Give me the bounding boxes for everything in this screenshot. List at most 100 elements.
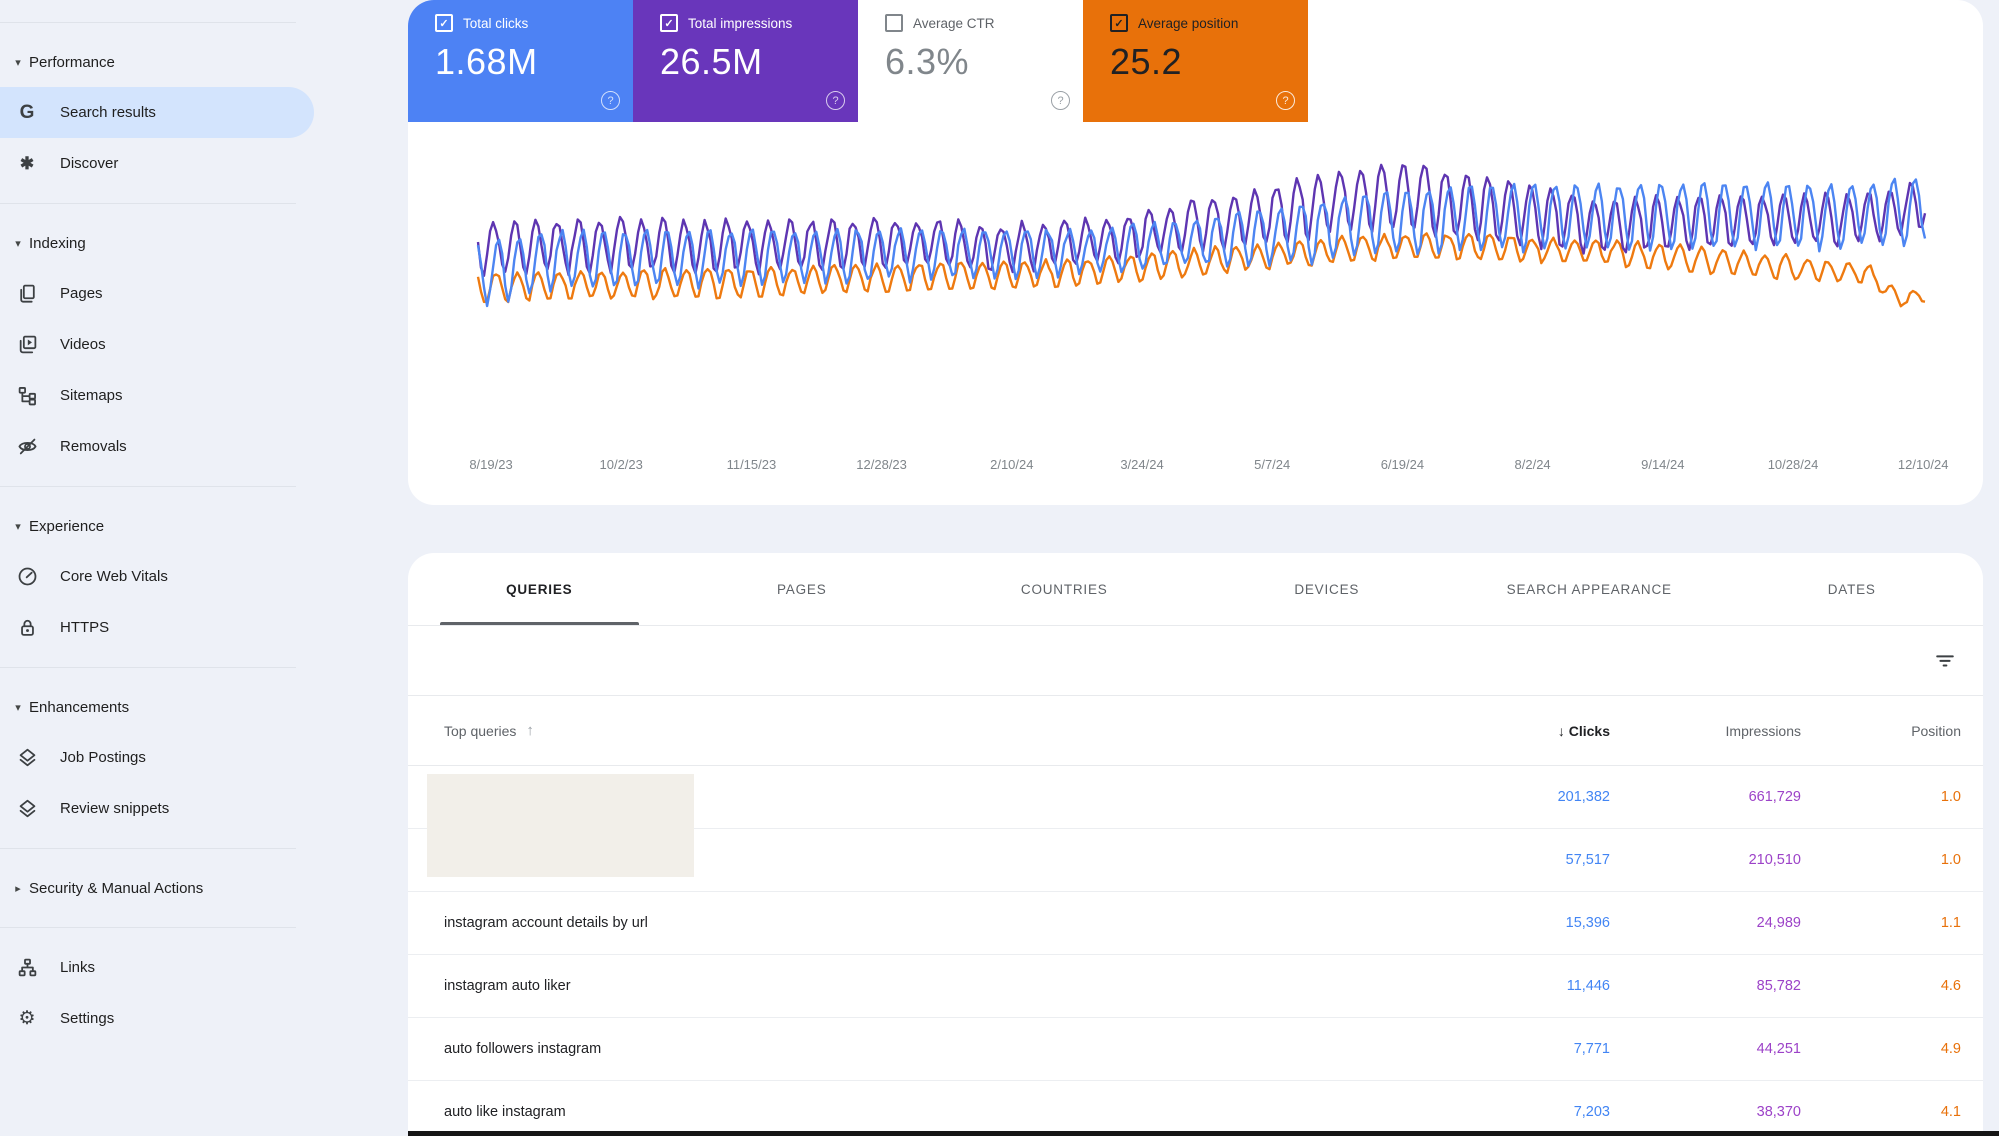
sidebar-section-label: Experience	[29, 517, 105, 535]
dimension-tabs: QUERIES PAGES COUNTRIES DEVICES SEARCH APPEA…	[408, 553, 1983, 626]
table-row[interactable]: instagram account details by url 15,396 24…	[408, 892, 1983, 955]
sidebar-item-job-postings[interactable]: Job Postings	[0, 732, 314, 783]
help-icon[interactable]: ?	[1051, 91, 1070, 110]
sidebar-section-indexing[interactable]: ▾ Indexing	[0, 218, 408, 268]
tab-countries[interactable]: COUNTRIES	[933, 553, 1196, 625]
metric-card-label: Total clicks	[463, 15, 529, 31]
x-axis-tick-label: 3/24/24	[1120, 457, 1164, 472]
tab-dates[interactable]: DATES	[1721, 553, 1984, 625]
query-cell: auto followers instagram	[444, 1041, 602, 1057]
sidebar-item-label: Job Postings	[60, 749, 146, 766]
sidebar-item-sitemaps[interactable]: Sitemaps	[0, 370, 314, 421]
sidebar-section-label: Enhancements	[29, 698, 130, 716]
position-cell: 1.0	[1940, 852, 1961, 868]
sidebar-item-core-web-vitals[interactable]: Core Web Vitals	[0, 551, 314, 602]
position-cell: 4.6	[1940, 978, 1961, 994]
help-icon[interactable]: ?	[1276, 91, 1295, 110]
dimensions-table-panel: QUERIES PAGES COUNTRIES DEVICES SEARCH APPEA…	[408, 553, 1983, 1136]
settings-icon: ⚙	[18, 1008, 36, 1029]
sidebar-section-experience[interactable]: ▾ Experience	[0, 501, 408, 551]
tab-search-appearance[interactable]: SEARCH APPEARANCE	[1458, 553, 1721, 625]
table-row[interactable]: instagram auto liker 11,446 85,782 4.6	[408, 955, 1983, 1018]
checkbox-unchecked-icon[interactable]	[885, 14, 903, 32]
sidebar-divider	[0, 486, 296, 487]
sidebar-item-discover[interactable]: ✱ Discover	[0, 138, 314, 189]
table-header-row: Top queries ↑ ↓ Clicks Impressions Position	[408, 696, 1983, 766]
table-row[interactable]: auto followers instagram 7,771 44,251 4.9	[408, 1018, 1983, 1081]
metric-card-label: Total impressions	[688, 15, 793, 31]
sidebar-item-label: Search results	[60, 104, 156, 121]
checkbox-checked-icon[interactable]: ✓	[1110, 14, 1128, 32]
sidebar-divider	[0, 667, 296, 668]
x-axis-tick-label: 5/7/24	[1254, 457, 1291, 472]
sidebar-item-search-results[interactable]: G Search results	[0, 87, 314, 138]
x-axis-tick-label: 12/28/23	[856, 457, 907, 472]
tab-pages[interactable]: PAGES	[671, 553, 934, 625]
table-row[interactable]: auto like instagram 7,203 38,370 4.1	[408, 1081, 1983, 1136]
column-header-top-queries[interactable]: Top queries ↑	[444, 722, 1430, 739]
impressions-cell: 661,729	[1748, 789, 1801, 805]
position-cell: 4.9	[1940, 1041, 1961, 1057]
help-icon[interactable]: ?	[601, 91, 620, 110]
chevron-down-icon: ▾	[15, 56, 21, 69]
sidebar-section-enhancements[interactable]: ▾ Enhancements	[0, 682, 408, 732]
sidebar: ▾ Performance G Search results ✱ Discover ▾ Ind…	[0, 0, 408, 1136]
google-g-icon: G	[19, 101, 35, 123]
sidebar-item-pages[interactable]: Pages	[0, 268, 314, 319]
filter-list-icon[interactable]	[1931, 646, 1959, 674]
clicks-cell: 11,446	[1566, 978, 1610, 994]
sidebar-item-label: Discover	[60, 155, 119, 172]
impressions-cell: 44,251	[1756, 1041, 1801, 1057]
sidebar-section-performance[interactable]: ▾ Performance	[0, 37, 408, 87]
tab-queries[interactable]: QUERIES	[408, 553, 671, 625]
links-icon	[15, 957, 39, 978]
position-cell: 1.0	[1940, 789, 1961, 805]
help-icon[interactable]: ?	[826, 91, 845, 110]
impressions-cell: 85,782	[1756, 978, 1801, 994]
https-icon	[15, 617, 39, 638]
metric-card-average-position[interactable]: ✓ Average position 25.2?	[1083, 0, 1308, 122]
column-header-position[interactable]: Position	[1801, 723, 1961, 739]
x-axis-tick-label: 12/10/24	[1897, 457, 1949, 472]
metric-card-average-ctr[interactable]: Average CTR 6.3%?	[858, 0, 1083, 122]
removals-icon	[15, 436, 39, 457]
x-axis-tick-label: 11/15/23	[726, 457, 777, 472]
metric-card-total-clicks[interactable]: ✓ Total clicks 1.68M?	[408, 0, 633, 122]
google-search-console: ▾ Performance G Search results ✱ Discover ▾ Ind…	[0, 0, 1999, 1136]
metric-card-value: 6.3%	[885, 41, 970, 82]
column-header-impressions[interactable]: Impressions	[1610, 723, 1801, 739]
metric-card-value: 25.2	[1110, 41, 1183, 82]
checkbox-checked-icon[interactable]: ✓	[660, 14, 678, 32]
chevron-down-icon: ▾	[15, 520, 21, 533]
bottom-scrollbar[interactable]	[408, 1131, 1999, 1136]
sidebar-section-label: Security & Manual Actions	[29, 879, 204, 897]
metric-card-total-impressions[interactable]: ✓ Total impressions 26.5M?	[633, 0, 858, 122]
sidebar-item-videos[interactable]: Videos	[0, 319, 314, 370]
impressions-cell: 210,510	[1748, 852, 1801, 868]
checkbox-checked-icon[interactable]: ✓	[435, 14, 453, 32]
metric-card-value: 26.5M	[660, 41, 763, 82]
metric-card-label: Average CTR	[913, 15, 995, 31]
chevron-down-icon: ▾	[15, 701, 21, 714]
tab-devices[interactable]: DEVICES	[1196, 553, 1459, 625]
x-axis-tick-label: 10/2/23	[599, 457, 643, 472]
column-header-clicks[interactable]: ↓ Clicks	[1430, 723, 1610, 739]
x-axis-tick-label: 8/19/23	[469, 457, 513, 472]
sidebar-section-security-manual-actions[interactable]: ▸ Security & Manual Actions	[0, 863, 408, 913]
clicks-cell: 201,382	[1557, 789, 1610, 805]
sidebar-item-review-snippets[interactable]: Review snippets	[0, 783, 314, 834]
sidebar-item-https[interactable]: HTTPS	[0, 602, 314, 653]
sidebar-item-settings[interactable]: ⚙ Settings	[0, 993, 314, 1044]
redacted-queries-overlay	[427, 774, 694, 877]
sort-ascending-icon: ↑	[526, 722, 534, 739]
performance-line-chart	[476, 163, 1927, 308]
column-label: Top queries	[444, 722, 517, 739]
table-toolbar	[408, 626, 1983, 696]
sidebar-item-links[interactable]: Links	[0, 942, 314, 993]
sidebar-item-label: Videos	[60, 336, 106, 353]
sidebar-item-label: Removals	[60, 438, 127, 455]
clicks-cell: 57,517	[1565, 852, 1610, 868]
metric-card-value: 1.68M	[435, 41, 538, 82]
sidebar-item-removals[interactable]: Removals	[0, 421, 314, 472]
pages-icon	[15, 283, 39, 304]
